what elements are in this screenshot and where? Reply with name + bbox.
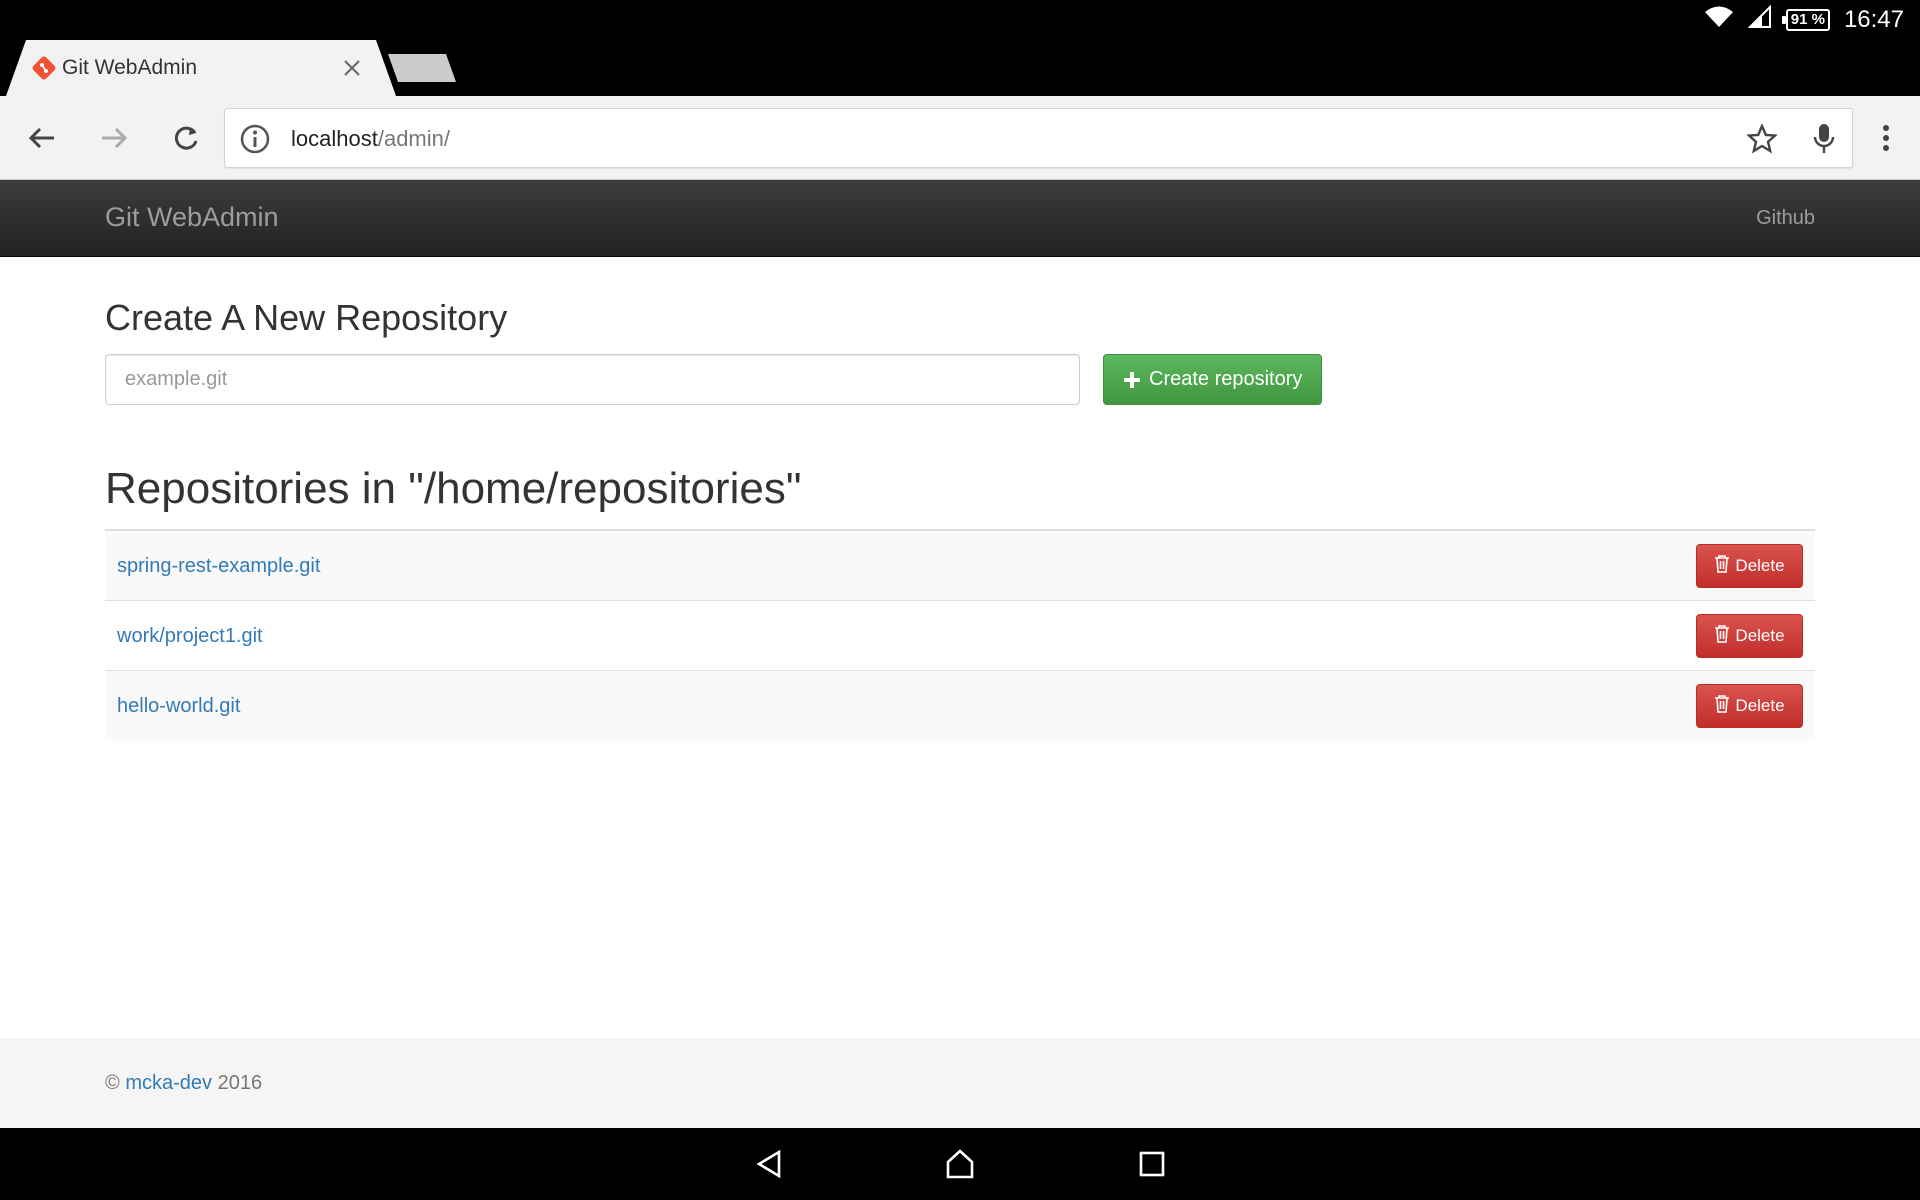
page-footer: © mcka-dev 2016	[0, 1038, 1920, 1128]
android-nav-bar	[0, 1128, 1920, 1200]
url-path: /admin/	[377, 126, 450, 151]
plus-icon	[1123, 370, 1141, 390]
android-back-icon[interactable]	[745, 1140, 793, 1188]
footer-year: 2016	[217, 1072, 263, 1094]
repo-name-input[interactable]	[105, 354, 1080, 405]
back-arrow-icon[interactable]	[18, 114, 66, 162]
status-icons: 91 % 16:47	[1704, 0, 1904, 40]
close-tab-icon[interactable]	[336, 52, 368, 84]
trash-icon	[1714, 554, 1730, 578]
navbar-brand[interactable]: Git WebAdmin	[105, 200, 279, 234]
table-row: spring-rest-example.git Delete	[105, 531, 1815, 601]
repositories-heading: Repositories in "/home/repositories"	[105, 464, 802, 513]
more-menu-icon[interactable]	[1862, 114, 1910, 162]
new-tab-button[interactable]	[386, 52, 458, 89]
signal-icon	[1747, 4, 1772, 36]
trash-icon	[1714, 694, 1730, 718]
info-icon[interactable]	[235, 119, 275, 159]
create-repository-label: Create repository	[1149, 368, 1303, 390]
delete-button[interactable]: Delete	[1696, 614, 1803, 658]
address-bar[interactable]: localhost/admin/	[224, 108, 1853, 168]
url-text[interactable]: localhost/admin/	[291, 124, 450, 154]
delete-button[interactable]: Delete	[1696, 684, 1803, 728]
battery-icon: 91 %	[1781, 9, 1830, 31]
tab-strip: Git WebAdmin	[0, 40, 1920, 96]
microphone-icon[interactable]	[1802, 117, 1846, 161]
trash-icon	[1714, 624, 1730, 648]
clock: 16:47	[1843, 6, 1904, 33]
delete-button[interactable]: Delete	[1696, 544, 1803, 588]
repo-link[interactable]: spring-rest-example.git	[117, 553, 320, 579]
browser-toolbar: localhost/admin/	[0, 96, 1920, 180]
author-link[interactable]: mcka-dev	[125, 1072, 212, 1094]
delete-label: Delete	[1735, 696, 1785, 715]
url-host: localhost	[291, 126, 378, 151]
reload-icon[interactable]	[162, 114, 210, 162]
table-row: hello-world.git Delete	[105, 671, 1815, 741]
bookmark-star-icon[interactable]	[1740, 117, 1784, 161]
wifi-icon	[1704, 5, 1734, 36]
github-nav-link[interactable]: Github	[1756, 206, 1815, 230]
create-repo-heading: Create A New Repository	[105, 297, 508, 338]
delete-label: Delete	[1735, 626, 1785, 645]
tab-title: Git WebAdmin	[62, 56, 197, 79]
app-navbar: Git WebAdmin Github	[0, 180, 1920, 257]
repositories-table: spring-rest-example.git Delete work/proj…	[105, 529, 1815, 741]
footer-text: © mcka-dev 2016	[105, 1070, 262, 1096]
table-row: work/project1.git Delete	[105, 601, 1815, 671]
status-bar: 91 % 16:47	[0, 0, 1920, 40]
create-repository-button[interactable]: Create repository	[1103, 354, 1323, 405]
delete-label: Delete	[1735, 556, 1785, 575]
repo-link[interactable]: work/project1.git	[117, 623, 263, 649]
repo-link[interactable]: hello-world.git	[117, 693, 240, 719]
tab-git-webadmin[interactable]: Git WebAdmin	[6, 40, 396, 96]
copyright-symbol: ©	[105, 1072, 120, 1094]
android-recents-icon[interactable]	[1128, 1140, 1176, 1188]
git-logo-icon	[30, 54, 58, 82]
android-home-icon[interactable]	[936, 1140, 984, 1188]
forward-arrow-icon[interactable]	[90, 114, 138, 162]
